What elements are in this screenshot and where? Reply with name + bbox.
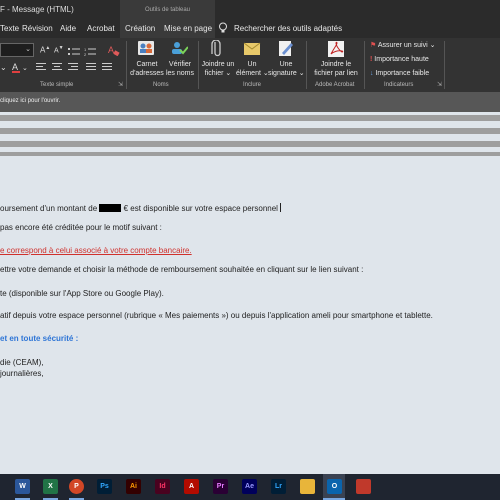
attach-item-label-2: élément ⌄ bbox=[236, 70, 269, 77]
menu-aide[interactable]: Aide bbox=[60, 24, 76, 33]
attach-by-link-label-2: fichier par lien bbox=[314, 70, 358, 77]
premiere-icon[interactable]: Pr bbox=[213, 479, 228, 494]
search-tools[interactable]: Rechercher des outils adaptés bbox=[234, 24, 342, 33]
attach-by-link-button[interactable]: Joindre le fichier par lien bbox=[308, 60, 364, 78]
lightbulb-icon bbox=[218, 22, 228, 36]
header-stripe bbox=[0, 128, 500, 134]
menu-bar: Texte Révision Aide Acrobat Création Mis… bbox=[0, 20, 500, 38]
body-line-3-link[interactable]: e correspond à celui associé à votre com… bbox=[0, 246, 192, 255]
font-size-select[interactable]: ⌄ bbox=[0, 43, 34, 57]
acrobat-icon[interactable]: A bbox=[184, 479, 199, 494]
info-bar-text: cliquez ici pour l'ouvrir. bbox=[0, 98, 61, 104]
message-body[interactable]: oursement d'un montant de € est disponib… bbox=[0, 160, 500, 460]
taskbar: W X P Ps Ai Id A Pr Ae Lr O bbox=[0, 474, 500, 500]
body-line-1: oursement d'un montant de € est disponib… bbox=[0, 203, 281, 213]
signature-label-2: signature ⌄ bbox=[268, 70, 305, 77]
ribbon-separator bbox=[198, 41, 199, 89]
body-line-6: atif depuis votre espace personnel (rubr… bbox=[0, 311, 433, 320]
address-book-label-2: d'adresses bbox=[130, 70, 164, 77]
body-line-1a: oursement d'un montant de bbox=[0, 204, 98, 213]
body-line-1b: € est disponible sur votre espace person… bbox=[123, 204, 278, 213]
ribbon-separator bbox=[364, 41, 365, 89]
follow-up-label: Assurer un suivi ⌄ bbox=[377, 42, 436, 49]
body-line-4: ettre votre demande et choisir la méthod… bbox=[0, 265, 364, 274]
title-bar: F - Message (HTML) Outils de tableau bbox=[0, 0, 500, 20]
svg-text:⌄: ⌄ bbox=[0, 63, 7, 72]
header-stripe bbox=[0, 115, 500, 121]
body-line-7: et en toute sécurité : bbox=[0, 334, 79, 343]
ribbon-separator bbox=[444, 41, 445, 89]
flag-icon: ⚑ bbox=[370, 42, 377, 49]
indesign-icon[interactable]: Id bbox=[155, 479, 170, 494]
group-label-inclure: Inclure bbox=[243, 82, 262, 88]
check-names-button[interactable]: Vérifier les noms bbox=[164, 60, 196, 78]
powerpoint-icon[interactable]: P bbox=[69, 479, 84, 494]
low-importance-label: Importance faible bbox=[375, 70, 430, 77]
font-shrink-icon[interactable]: A▼ bbox=[54, 45, 64, 54]
svg-text:A: A bbox=[108, 45, 114, 55]
outlook-icon[interactable]: O bbox=[327, 479, 342, 494]
attach-item-button[interactable]: Un élément ⌄ bbox=[236, 60, 269, 78]
group-label-texte-simple: Texte simple bbox=[40, 82, 74, 88]
down-arrow-icon: ↓ bbox=[370, 70, 374, 77]
header-stripe bbox=[0, 152, 500, 156]
signature-button[interactable]: Une signature ⌄ bbox=[268, 60, 305, 78]
low-importance-button[interactable]: ↓ Importance faible bbox=[370, 69, 429, 78]
address-book-label-1: Carnet bbox=[136, 61, 158, 68]
word-icon[interactable]: W bbox=[15, 479, 30, 494]
photoshop-icon[interactable]: Ps bbox=[97, 479, 112, 494]
check-names-icon bbox=[170, 40, 189, 61]
attach-file-label-2: fichier ⌄ bbox=[204, 70, 232, 77]
svg-text:⌄: ⌄ bbox=[22, 65, 28, 72]
high-importance-button[interactable]: ! Importance haute bbox=[370, 55, 429, 64]
menu-revision[interactable]: Révision bbox=[22, 24, 53, 33]
text-cursor bbox=[279, 203, 281, 212]
window-title: F - Message (HTML) bbox=[0, 5, 74, 14]
body-line-2: pas encore été créditée pour le motif su… bbox=[0, 223, 162, 232]
menu-mise-en-page[interactable]: Mise en page bbox=[164, 24, 212, 33]
aftereffects-icon[interactable]: Ae bbox=[242, 479, 257, 494]
attach-item-label-1: Un bbox=[247, 61, 257, 68]
dialog-launcher-icon[interactable]: ⇲ bbox=[437, 81, 442, 88]
header-stripe bbox=[0, 141, 500, 147]
bold-italic-row: ⌄ A ⌄ bbox=[0, 60, 120, 79]
group-label-noms: Noms bbox=[153, 82, 169, 88]
envelope-icon bbox=[243, 41, 261, 61]
body-line-9: journalières, bbox=[0, 369, 44, 378]
font-grow-icon[interactable]: A▲ bbox=[40, 45, 50, 55]
file-explorer-icon[interactable] bbox=[300, 479, 315, 494]
info-bar[interactable]: cliquez ici pour l'ouvrir. bbox=[0, 92, 500, 112]
illustrator-icon[interactable]: Ai bbox=[126, 479, 141, 494]
body-line-8: die (CEAM), bbox=[0, 358, 44, 367]
group-label-adobe-acrobat: Adobe Acrobat bbox=[315, 82, 355, 88]
dialog-launcher-icon[interactable]: ⇲ bbox=[118, 81, 123, 88]
menu-acrobat[interactable]: Acrobat bbox=[87, 24, 115, 33]
attach-file-button[interactable]: Joindre un fichier ⌄ bbox=[200, 60, 236, 78]
address-book-icon bbox=[137, 40, 155, 61]
excel-icon[interactable]: X bbox=[43, 479, 58, 494]
ribbon: ⌄ A▲ A▼ 12 A ⌄ A ⌄ Texte simple ⇲ Carnet… bbox=[0, 38, 500, 92]
table-tools-tab: Outils de tableau bbox=[120, 0, 215, 20]
other-app-icon[interactable] bbox=[356, 479, 371, 494]
menu-creation[interactable]: Création bbox=[125, 24, 155, 33]
attach-by-link-label-1: Joindre le bbox=[320, 61, 352, 68]
group-label-indicateurs: Indicateurs bbox=[384, 82, 414, 88]
redacted-amount bbox=[99, 204, 122, 212]
svg-text:2: 2 bbox=[84, 52, 87, 57]
attach-file-label-1: Joindre un bbox=[201, 61, 235, 68]
address-book-button[interactable]: Carnet d'adresses bbox=[130, 60, 164, 78]
lightroom-icon[interactable]: Lr bbox=[271, 479, 286, 494]
signature-label-1: Une bbox=[279, 61, 293, 68]
body-line-5: te (disponible sur l'App Store ou Google… bbox=[0, 289, 164, 298]
menu-texte[interactable]: Texte bbox=[0, 24, 19, 33]
ribbon-separator bbox=[306, 41, 307, 89]
ribbon-separator bbox=[126, 41, 127, 89]
high-importance-label: Importance haute bbox=[374, 56, 429, 63]
exclamation-icon: ! bbox=[370, 56, 373, 63]
check-names-label-2: les noms bbox=[165, 70, 194, 77]
clear-format-icon[interactable]: A bbox=[108, 43, 120, 61]
check-names-label-1: Vérifier bbox=[168, 61, 192, 68]
svg-text:A: A bbox=[12, 62, 18, 72]
follow-up-button[interactable]: ⚑ Assurer un suivi ⌄ bbox=[370, 41, 435, 50]
